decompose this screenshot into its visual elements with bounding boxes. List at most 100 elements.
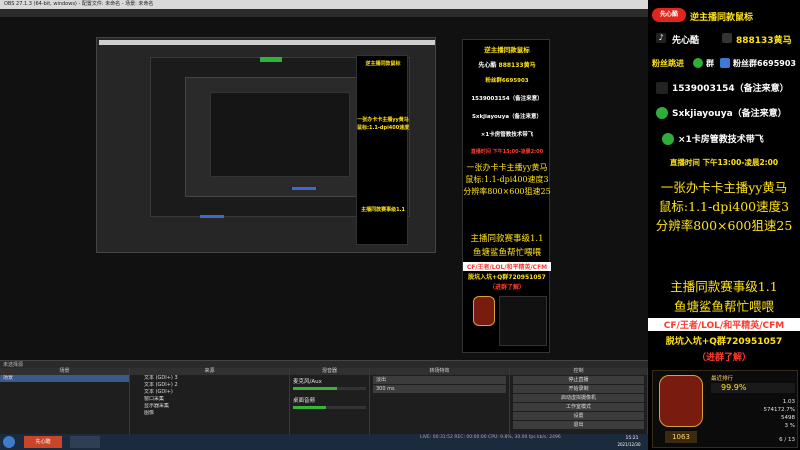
scenes-header: 场景 [0,368,129,375]
center-wechat: Sxkjiayouya（备注来意） [471,114,543,120]
stat-row: 3 % [784,423,795,429]
douyin-icon: ♪ [656,33,666,43]
learn-line: （进群了解） [696,353,751,363]
douyin-id: 888133黄马 [736,36,792,46]
source-toolbar: 未选择源 [0,360,648,368]
qq-icon [720,58,730,68]
center-info-column: 逆主播同款鼠标 先心酷 888133黄马 粉丝群6695903 15390031… [462,39,551,353]
header-badge: 先心酷 [652,8,686,22]
douyin-name: 先心酷 [672,36,700,46]
rank-badge-icon [473,296,495,326]
source-item[interactable]: 文本 (GDI+) 3 [130,375,289,382]
qq-group-line: 脱坑入坑+Q群720951057 [665,337,783,347]
controls-header: 控制 [510,368,647,375]
center-desc2: 鼠标:1.1-dpi400速度3 [465,175,549,184]
center-desc3: 分辨率800×600狙速25 [463,187,551,196]
clock-date: 2021/12/30 [617,442,641,447]
mixer-track-label: 桌面音频 [293,398,316,404]
preview-canvas[interactable]: 逆主播同款鼠标 一张办卡卡主播yy黄马 鼠标:1.1-dpi400速度3 主播同… [0,17,648,360]
nested-line: 主播同款赛事级1.1 [361,207,405,213]
desc-line-1: 一张办卡卡主播yy黄马 [660,180,788,195]
nested-info-column: 逆主播同款鼠标 一张办卡卡主播yy黄马 鼠标:1.1-dpi400速度3 主播同… [356,55,409,245]
mini-blue-bar [292,187,316,190]
rank-badge-icon [659,375,703,427]
taskbar: 先心酷 LIVE: 00:31:52 REC: 00:00:00 CPU: 9.… [0,434,648,450]
level-percent: 99.9% [711,383,795,393]
event-line-2: 鱼塘鲨鱼帮忙喂喂 [673,299,774,314]
settings-button[interactable]: 设置 [513,412,644,420]
window-titlebar: OBS 27.1.3 (64-bit, windows) - 配置文件: 未命名… [0,0,648,9]
stat-row: 574172.7% [763,407,795,413]
source-item[interactable]: 窗口采集 [130,396,289,403]
status-line: LIVE: 00:31:52 REC: 00:00:00 CPU: 9.8%, … [420,435,561,440]
dock-area: 场景 场景 来源 文本 (GDI+) 3 文本 (GDI+) 2 文本 (GDI… [0,368,648,434]
header-title: 逆主播同款鼠标 [690,13,754,23]
nested-preview-4 [210,92,350,177]
center-douyin: 先心酷 888133黄马 [478,62,536,69]
rank-label: 最近排行 [711,376,734,382]
fans-label: 粉丝跳进 [652,59,684,68]
mini-stats-box [499,296,547,346]
scenes-dock: 场景 场景 [0,368,130,434]
douyin-icon-2 [722,33,732,43]
phone-line: 1539003154（备注来意） [672,84,789,94]
scene-item[interactable]: 场景 [0,375,129,382]
stat-row: 6 / 13 [779,437,795,443]
start-icon[interactable] [3,436,15,448]
mixer-header: 混音器 [290,368,369,375]
source-item[interactable]: 图像 [130,410,289,417]
mixer-track-label: 麦克风/Aux [293,379,322,385]
event-line-1: 主播同款赛事级1.1 [670,279,778,294]
center-title: 逆主播同款鼠标 [484,46,530,54]
center-qq: 脱坑入坑+Q群720951057 [468,274,546,281]
taskbar-app[interactable]: 先心酷 [24,436,62,448]
start-recording-button[interactable]: 开始录制 [513,385,644,393]
nested-title: 逆主播同款鼠标 [365,61,401,67]
sources-dock: 来源 文本 (GDI+) 3 文本 (GDI+) 2 文本 (GDI+) 窗口采… [130,368,290,434]
virtual-camera-button[interactable]: 启动虚拟摄像机 [513,394,644,402]
live-time: 直播时间 下午13:00-凌晨2:00 [669,158,779,167]
stop-stream-button[interactable]: 停止直播 [513,376,644,384]
center-event1: 主播同款赛事级1.1 [470,234,544,244]
exit-button[interactable]: 退出 [513,421,644,429]
badge-number: 1063 [665,431,697,443]
games-line: CF/王者/LOL/和平精英/CFM [648,318,800,331]
mini-blue-bar [200,215,224,218]
wechat-icon [693,58,703,68]
fans-group: 群 [706,59,714,68]
phone-icon [656,82,668,94]
wechat-line: Sxkjiayouya（备注来意） [672,109,787,119]
nested-line: 一张办卡卡主播yy黄马 [357,117,409,123]
center-fans: 粉丝群6695903 [485,78,529,84]
obs-taskbar-icon[interactable] [70,436,100,448]
center-learn: （进群了解） [488,284,525,291]
stat-row: 5498 [781,415,795,421]
nested-line: 鼠标:1.1-dpi400速度3 [357,125,409,131]
center-desc1: 一张办卡卡主播yy黄马 [466,163,548,172]
transition-select[interactable]: 淡出 [373,376,506,384]
transitions-header: 转场特效 [370,368,509,375]
source-item[interactable]: 文本 (GDI+) 2 [130,382,289,389]
source-item[interactable]: 文本 (GDI+) [130,389,289,396]
center-time: 直播时间 下午13:00-凌晨2:00 [470,149,544,155]
center-event2: 鱼塘鲨鱼帮忙喂喂 [472,248,541,258]
volume-meter[interactable] [293,406,366,409]
nested-titlebar [99,40,435,45]
stat-row: 1.03 [782,399,795,405]
room-line: ×1卡房管教技术带飞 [678,135,764,145]
mini-green-tag [260,57,282,62]
controls-dock: 控制 停止直播 开始录制 启动虚拟摄像机 工作室模式 设置 退出 [510,368,648,434]
transitions-dock: 转场特效 淡出 300 ms [370,368,510,434]
wechat-icon [662,133,674,145]
source-item[interactable]: 显示器采集 [130,403,289,410]
mixer-dock: 混音器 麦克风/Aux 桌面音频 [290,368,370,434]
fans-group2: 粉丝群6695903 [733,59,796,68]
menu-bar[interactable] [0,9,648,17]
desc-line-3: 分辨率800×600狙速25 [655,218,793,233]
center-phone: 1539003154（备注来意） [471,96,543,102]
duration-input[interactable]: 300 ms [373,385,506,393]
studio-mode-button[interactable]: 工作室模式 [513,403,644,411]
center-room: ×1卡房管教技术带飞 [480,132,534,138]
desc-line-2: 鼠标:1.1-dpi400速度3 [658,199,790,214]
wechat-icon [656,107,668,119]
